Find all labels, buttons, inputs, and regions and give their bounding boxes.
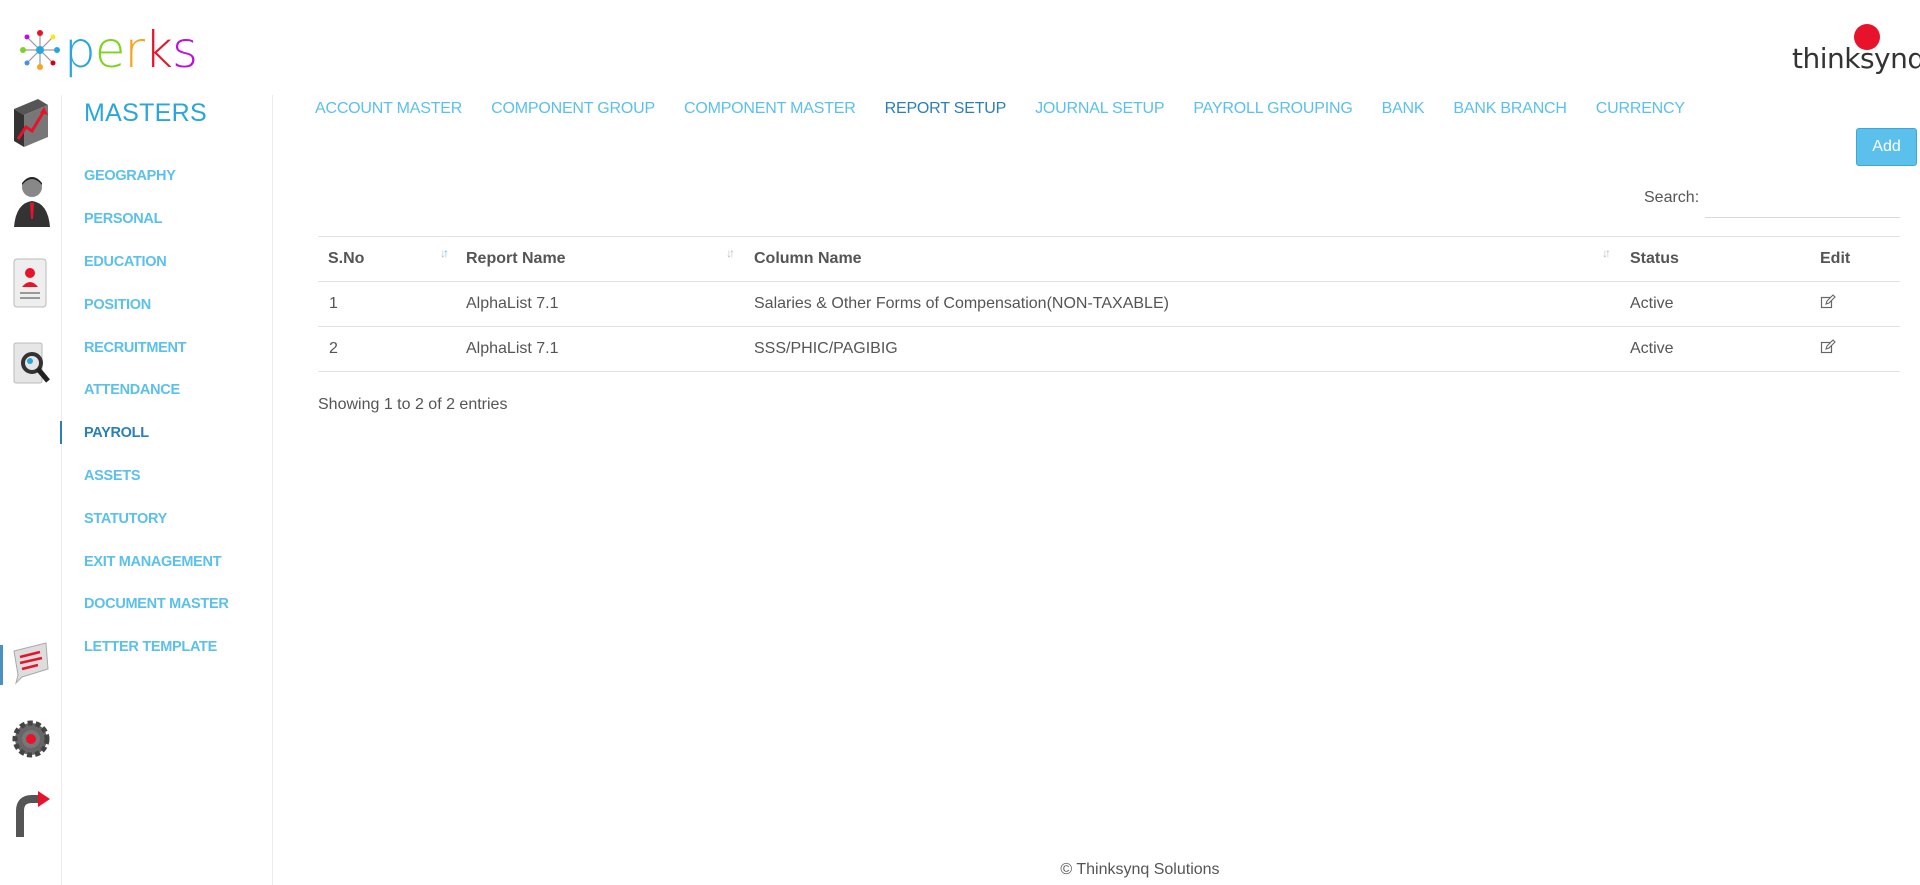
masters-list: GEOGRAPHY PERSONAL EDUCATION POSITION RE… [60, 155, 273, 669]
masters-item-personal[interactable]: PERSONAL [62, 198, 273, 241]
masters-title: MASTERS [84, 99, 207, 127]
cell-column-name: Salaries & Other Forms of Compensation(N… [744, 281, 1620, 327]
cell-edit [1810, 281, 1900, 327]
chat-icon[interactable] [8, 635, 54, 691]
column-header-status-label: Status [1630, 250, 1679, 267]
masters-item-assets[interactable]: ASSETS [62, 455, 273, 498]
cell-report-name: AlphaList 7.1 [456, 281, 744, 327]
column-header-status: Status [1620, 236, 1810, 282]
payroll-tabs: ACCOUNT MASTER COMPONENT GROUP COMPONENT… [315, 100, 1714, 118]
sort-asc-icon[interactable]: ↓↑ [440, 246, 449, 260]
masters-item-statutory[interactable]: STATUTORY [62, 497, 273, 540]
search-label: Search: [1644, 189, 1700, 206]
masters-item-geography[interactable]: GEOGRAPHY [62, 155, 273, 198]
perks-logo[interactable]: perks [18, 21, 198, 79]
table-entries-info: Showing 1 to 2 of 2 entries [318, 396, 508, 413]
cell-edit [1810, 326, 1900, 372]
cell-status: Active [1620, 326, 1810, 372]
cell-report-name: AlphaList 7.1 [456, 326, 744, 372]
search-input[interactable] [1705, 182, 1900, 218]
edit-icon[interactable] [1820, 338, 1836, 355]
cell-sno: 1 [318, 281, 456, 327]
masters-item-letter-template[interactable]: LETTER TEMPLATE [62, 626, 273, 669]
table-row: 1 AlphaList 7.1 Salaries & Other Forms o… [318, 281, 1900, 327]
tab-component-group[interactable]: COMPONENT GROUP [491, 100, 655, 118]
cell-status: Active [1620, 281, 1810, 327]
masters-item-document-master[interactable]: DOCUMENT MASTER [62, 583, 273, 626]
icon-rail [0, 95, 62, 885]
column-header-report-name-label: Report Name [466, 250, 566, 267]
perks-logo-text: perks [64, 21, 198, 79]
column-header-column-name-label: Column Name [754, 250, 862, 267]
thinksynq-logo[interactable]: thinksynq [1782, 22, 1920, 78]
sort-icon[interactable]: ↓↑ [726, 246, 735, 260]
masters-item-attendance[interactable]: ATTENDANCE [62, 369, 273, 412]
tab-payroll-grouping[interactable]: PAYROLL GROUPING [1193, 100, 1352, 118]
employee-icon[interactable] [8, 173, 54, 229]
column-header-report-name[interactable]: Report Name ↓↑ [456, 236, 744, 282]
settings-gear-icon[interactable] [8, 711, 54, 767]
masters-item-exit-management[interactable]: EXIT MANAGEMENT [62, 540, 273, 583]
cell-sno: 2 [318, 326, 456, 372]
report-setup-table: S.No ↓↑ Report Name ↓↑ Column Name ↓↑ St… [318, 236, 1900, 372]
tab-bank[interactable]: BANK [1382, 100, 1425, 118]
column-header-edit: Edit [1810, 236, 1900, 282]
tab-account-master[interactable]: ACCOUNT MASTER [315, 100, 462, 118]
cell-column-name: SSS/PHIC/PAGIBIG [744, 326, 1620, 372]
thinksynq-logo-text: thinksynq [1792, 42, 1920, 75]
tab-bank-branch[interactable]: BANK BRANCH [1453, 100, 1567, 118]
add-button[interactable]: Add [1856, 128, 1917, 166]
growth-chart-icon[interactable] [8, 95, 54, 151]
perks-burst-icon [20, 30, 60, 70]
resume-icon[interactable] [8, 255, 54, 311]
sort-icon[interactable]: ↓↑ [1602, 246, 1611, 260]
footer-copyright: © Thinksynq Solutions [1060, 861, 1220, 878]
table-header-row: S.No ↓↑ Report Name ↓↑ Column Name ↓↑ St… [318, 236, 1900, 282]
app-header: perks thinksynq [0, 0, 1920, 95]
edit-icon[interactable] [1820, 293, 1836, 310]
tab-report-setup[interactable]: REPORT SETUP [885, 100, 1007, 118]
tab-journal-setup[interactable]: JOURNAL SETUP [1035, 100, 1164, 118]
rail-active-indicator [0, 645, 3, 685]
masters-item-position[interactable]: POSITION [62, 283, 273, 326]
exit-icon[interactable] [8, 787, 54, 843]
masters-item-recruitment[interactable]: RECRUITMENT [62, 326, 273, 369]
masters-menu: MASTERS GEOGRAPHY PERSONAL EDUCATION POS… [60, 95, 273, 885]
masters-item-education[interactable]: EDUCATION [62, 241, 273, 284]
column-header-sno-label: S.No [328, 250, 365, 267]
masters-item-payroll[interactable]: PAYROLL [60, 412, 273, 455]
column-header-column-name[interactable]: Column Name ↓↑ [744, 236, 1620, 282]
search-profile-icon[interactable] [8, 335, 54, 391]
tab-component-master[interactable]: COMPONENT MASTER [684, 100, 856, 118]
column-header-sno[interactable]: S.No ↓↑ [318, 236, 456, 282]
table-row: 2 AlphaList 7.1 SSS/PHIC/PAGIBIG Active [318, 326, 1900, 372]
column-header-edit-label: Edit [1820, 250, 1851, 267]
tab-currency[interactable]: CURRENCY [1596, 100, 1685, 118]
